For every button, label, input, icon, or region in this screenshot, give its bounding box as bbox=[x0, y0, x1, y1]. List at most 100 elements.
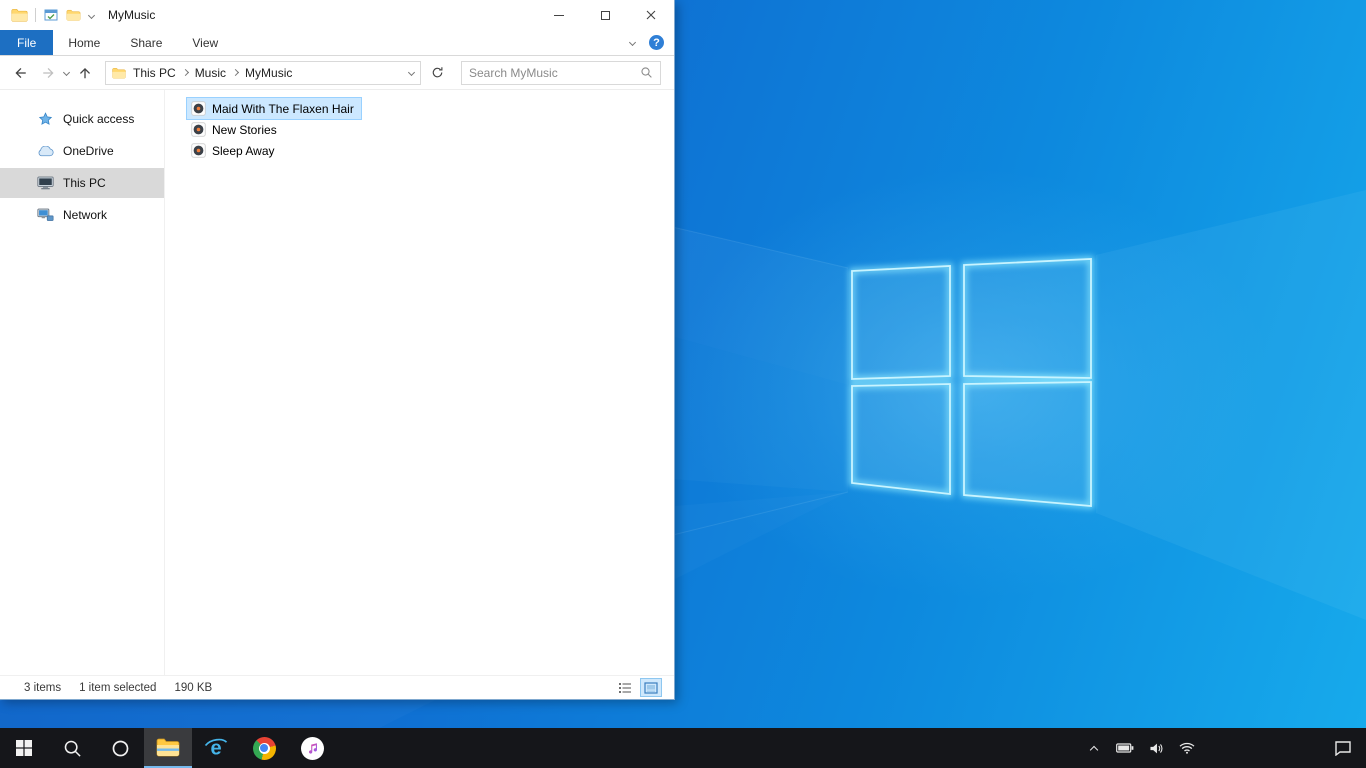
sidebar-item-label: OneDrive bbox=[63, 144, 114, 158]
search-icon bbox=[64, 740, 81, 757]
maximize-button[interactable] bbox=[582, 0, 628, 30]
file-name: New Stories bbox=[212, 122, 277, 137]
window-title: MyMusic bbox=[108, 8, 156, 22]
refresh-icon bbox=[432, 67, 442, 78]
audio-file-icon bbox=[191, 122, 206, 137]
network-tray-button[interactable] bbox=[1176, 728, 1198, 768]
file-row-new-stories[interactable]: New Stories bbox=[187, 119, 284, 140]
back-arrow-icon bbox=[14, 67, 26, 78]
sidebar-item-label: Network bbox=[63, 208, 108, 222]
refresh-button[interactable] bbox=[425, 61, 449, 85]
tab-home[interactable]: Home bbox=[53, 30, 115, 55]
details-view-icon bbox=[619, 682, 631, 693]
new-folder-icon[interactable] bbox=[64, 7, 82, 23]
customize-quick-access-toolbar-chevron[interactable] bbox=[87, 11, 96, 19]
tab-share[interactable]: Share bbox=[115, 30, 177, 55]
navigation-bar: This PC Music MyMusic bbox=[0, 56, 674, 90]
action-center-button[interactable] bbox=[1328, 728, 1358, 768]
chevron-up-icon bbox=[1089, 745, 1099, 755]
taskbar-chrome-button[interactable] bbox=[240, 728, 288, 768]
file-name: Sleep Away bbox=[212, 143, 275, 158]
help-icon[interactable]: ? bbox=[649, 35, 664, 50]
breadcrumb-music[interactable]: Music bbox=[194, 66, 227, 80]
up-button[interactable] bbox=[73, 61, 97, 85]
window-titlebar[interactable]: MyMusic bbox=[0, 0, 674, 30]
caption-buttons bbox=[536, 0, 674, 30]
minimize-button[interactable] bbox=[536, 0, 582, 30]
windows-logo bbox=[852, 259, 1091, 506]
back-button[interactable] bbox=[8, 61, 32, 85]
tab-view[interactable]: View bbox=[177, 30, 233, 55]
file-explorer-icon bbox=[156, 738, 180, 757]
up-arrow-icon bbox=[79, 67, 91, 78]
network-icon bbox=[36, 207, 54, 223]
sidebar-item-label: This PC bbox=[63, 176, 106, 190]
sidebar-item-label: Quick access bbox=[63, 112, 135, 126]
status-selection-size: 190 KB bbox=[174, 681, 213, 694]
status-bar: 3 items 1 item selected 190 KB bbox=[0, 675, 674, 699]
volume-tray-button[interactable] bbox=[1145, 728, 1167, 768]
search-input[interactable] bbox=[469, 65, 640, 80]
forward-arrow-icon bbox=[42, 67, 54, 78]
audio-file-icon bbox=[191, 101, 206, 116]
status-selection: 1 item selected bbox=[79, 681, 157, 694]
battery-icon bbox=[1116, 743, 1134, 753]
close-icon bbox=[646, 10, 656, 20]
status-item-count: 3 items bbox=[24, 681, 62, 694]
breadcrumb-this-pc[interactable]: This PC bbox=[132, 66, 177, 80]
address-folder-icon bbox=[112, 67, 126, 79]
expand-ribbon-chevron[interactable] bbox=[628, 38, 637, 47]
navigation-pane: Quick access OneDrive This PC Network bbox=[0, 90, 165, 675]
maximize-icon bbox=[600, 10, 610, 20]
minimize-icon bbox=[554, 14, 564, 16]
action-center-icon bbox=[1335, 741, 1351, 756]
file-row-maid-with-the-flaxen-hair[interactable]: Maid With The Flaxen Hair bbox=[186, 97, 362, 120]
star-icon bbox=[36, 111, 54, 127]
properties-icon[interactable] bbox=[42, 7, 60, 23]
large-icons-view-icon bbox=[644, 681, 658, 694]
sidebar-item-onedrive[interactable]: OneDrive bbox=[0, 136, 164, 166]
breadcrumb-chevron-icon[interactable] bbox=[231, 68, 240, 77]
battery-tray-button[interactable] bbox=[1114, 728, 1136, 768]
forward-button[interactable] bbox=[36, 61, 60, 85]
start-button[interactable] bbox=[0, 728, 48, 768]
file-explorer-window: MyMusic File Home Share View ? This PC M… bbox=[0, 0, 675, 700]
address-bar[interactable]: This PC Music MyMusic bbox=[105, 60, 421, 85]
sidebar-item-quick-access[interactable]: Quick access bbox=[0, 104, 164, 134]
taskbar-itunes-button[interactable] bbox=[288, 728, 336, 768]
internet-explorer-icon: e bbox=[204, 738, 228, 760]
sidebar-item-this-pc[interactable]: This PC bbox=[0, 168, 164, 198]
audio-file-icon bbox=[191, 143, 206, 158]
large-icons-view-button[interactable] bbox=[640, 678, 662, 697]
taskbar-internet-explorer-button[interactable]: e bbox=[192, 728, 240, 768]
system-tray bbox=[1083, 728, 1366, 768]
search-box[interactable] bbox=[461, 60, 661, 85]
search-icon[interactable] bbox=[640, 66, 653, 79]
explorer-window-icon bbox=[10, 7, 28, 23]
taskbar-search-button[interactable] bbox=[48, 728, 96, 768]
quick-access-toolbar-separator bbox=[35, 8, 36, 22]
light-beam bbox=[1096, 190, 1366, 620]
cloud-icon bbox=[36, 143, 54, 159]
desktop: MyMusic File Home Share View ? This PC M… bbox=[0, 0, 1366, 768]
logo-glow bbox=[672, 169, 1272, 599]
breadcrumb-mymusic[interactable]: MyMusic bbox=[244, 66, 293, 80]
windows-start-icon bbox=[16, 740, 32, 756]
ribbon-tab-bar: File Home Share View ? bbox=[0, 30, 674, 56]
taskbar-file-explorer-button[interactable] bbox=[144, 728, 192, 768]
tab-file[interactable]: File bbox=[0, 30, 54, 55]
hidden-icons-chevron[interactable] bbox=[1083, 728, 1105, 768]
recent-locations-chevron[interactable] bbox=[62, 68, 71, 77]
file-list-pane[interactable]: Maid With The Flaxen Hair New Stories Sl… bbox=[165, 90, 674, 675]
computer-icon bbox=[36, 175, 54, 191]
close-button[interactable] bbox=[628, 0, 674, 30]
cortana-button[interactable] bbox=[96, 728, 144, 768]
itunes-icon bbox=[300, 736, 324, 760]
file-row-sleep-away[interactable]: Sleep Away bbox=[187, 140, 282, 161]
address-dropdown-chevron[interactable] bbox=[407, 68, 416, 77]
details-view-button[interactable] bbox=[614, 678, 636, 697]
breadcrumb-chevron-icon[interactable] bbox=[181, 68, 189, 77]
chrome-icon bbox=[252, 736, 276, 760]
file-name: Maid With The Flaxen Hair bbox=[212, 101, 354, 116]
sidebar-item-network[interactable]: Network bbox=[0, 200, 164, 230]
